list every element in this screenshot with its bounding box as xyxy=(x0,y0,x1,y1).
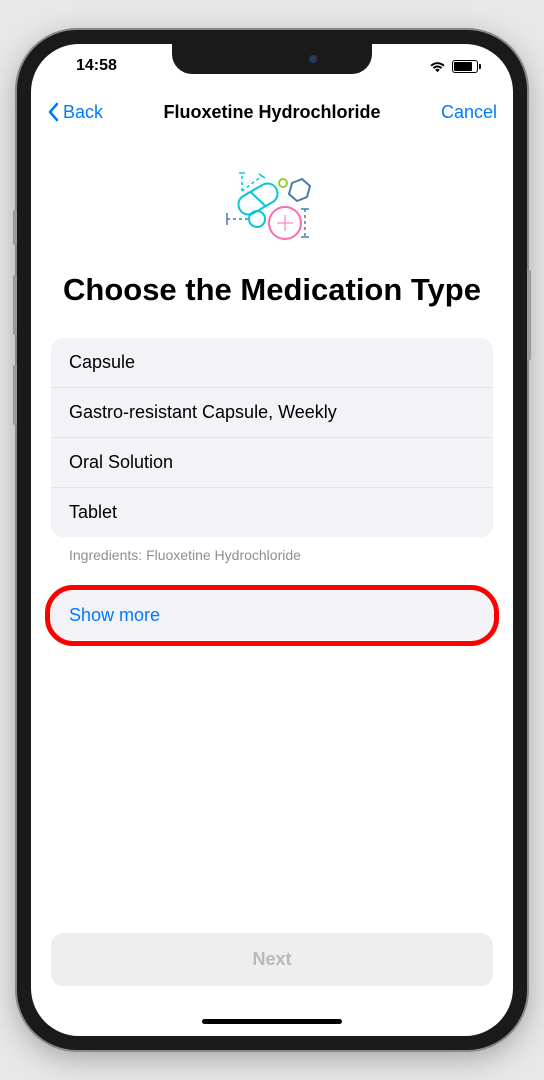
phone-side-buttons-left xyxy=(13,210,17,455)
home-indicator-area[interactable] xyxy=(31,1006,513,1036)
home-bar xyxy=(202,1019,342,1024)
ingredients-label: Ingredients: xyxy=(69,547,142,563)
ingredients-text: Ingredients: Fluoxetine Hydrochloride xyxy=(51,537,493,573)
back-label: Back xyxy=(63,102,103,123)
medication-type-list: Capsule Gastro-resistant Capsule, Weekly… xyxy=(51,338,493,537)
phone-side-button-right xyxy=(527,270,531,360)
battery-icon xyxy=(452,60,478,73)
option-tablet[interactable]: Tablet xyxy=(51,488,493,537)
content: Choose the Medication Type Capsule Gastr… xyxy=(31,136,513,913)
medication-illustration xyxy=(51,161,493,251)
option-capsule[interactable]: Capsule xyxy=(51,338,493,388)
nav-title: Fluoxetine Hydrochloride xyxy=(163,102,380,123)
show-more-container: Show more xyxy=(51,591,493,640)
status-time: 14:58 xyxy=(76,57,117,75)
phone-frame: 14:58 Back Fluoxetine Hydrochloride Canc… xyxy=(17,30,527,1050)
next-button[interactable]: Next xyxy=(51,933,493,986)
page-title: Choose the Medication Type xyxy=(51,271,493,308)
show-more-button[interactable]: Show more xyxy=(51,591,493,640)
back-button[interactable]: Back xyxy=(47,102,103,123)
nav-bar: Back Fluoxetine Hydrochloride Cancel xyxy=(31,88,513,136)
footer: Next xyxy=(31,913,513,1006)
ingredients-value: Fluoxetine Hydrochloride xyxy=(146,547,301,563)
wifi-icon xyxy=(429,60,446,73)
pills-icon xyxy=(207,161,337,251)
chevron-left-icon xyxy=(47,102,59,122)
cancel-button[interactable]: Cancel xyxy=(441,102,497,123)
option-gastro-resistant[interactable]: Gastro-resistant Capsule, Weekly xyxy=(51,388,493,438)
screen: 14:58 Back Fluoxetine Hydrochloride Canc… xyxy=(31,44,513,1036)
notch xyxy=(172,44,372,74)
status-icons xyxy=(429,60,478,73)
option-oral-solution[interactable]: Oral Solution xyxy=(51,438,493,488)
